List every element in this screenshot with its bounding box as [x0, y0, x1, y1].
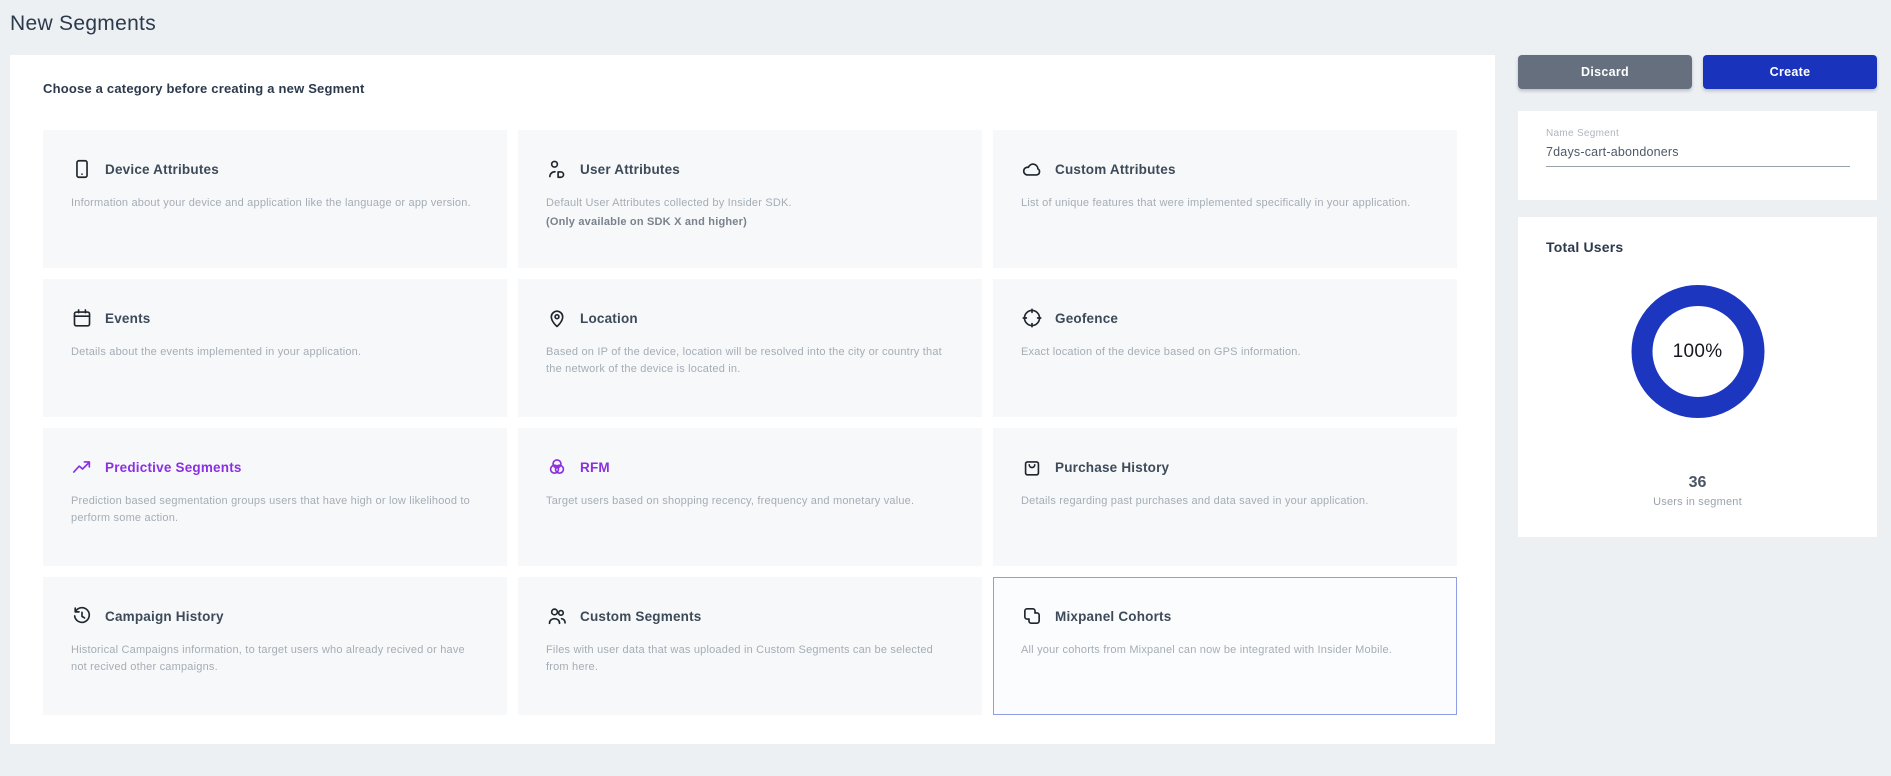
- total-users-donut: 100%: [1631, 285, 1764, 418]
- discard-button[interactable]: Discard: [1518, 55, 1692, 89]
- category-description: Based on IP of the device, location will…: [546, 344, 951, 378]
- category-title: Device Attributes: [105, 162, 219, 177]
- category-title: Custom Segments: [580, 609, 702, 624]
- category-card-predictive-segments[interactable]: Predictive Segments Prediction based seg…: [43, 428, 507, 566]
- category-description: Details regarding past purchases and dat…: [1021, 493, 1426, 510]
- category-card-header: Campaign History: [71, 604, 476, 628]
- category-description: Default User Attributes collected by Ins…: [546, 195, 951, 231]
- category-description: Target users based on shopping recency, …: [546, 493, 951, 510]
- category-title: Campaign History: [105, 609, 224, 624]
- category-card-header: Mixpanel Cohorts: [1021, 604, 1426, 628]
- category-card-header: RFM: [546, 455, 951, 479]
- category-card-device-attributes[interactable]: Device Attributes Information about your…: [43, 130, 507, 268]
- category-card-header: Custom Attributes: [1021, 157, 1426, 181]
- category-title: Events: [105, 311, 150, 326]
- category-card-custom-attributes[interactable]: Custom Attributes List of unique feature…: [993, 130, 1457, 268]
- total-users-title: Total Users: [1546, 239, 1623, 255]
- category-description: Files with user data that was uploaded i…: [546, 642, 951, 676]
- category-card-events[interactable]: Events Details about the events implemen…: [43, 279, 507, 417]
- category-description-note: (Only available on SDK X and higher): [546, 214, 951, 231]
- category-description: Prediction based segmentation groups use…: [71, 493, 476, 527]
- calendar-icon: [71, 307, 93, 329]
- category-card-header: Location: [546, 306, 951, 330]
- category-card-header: Events: [71, 306, 476, 330]
- transfer-icon: [1021, 605, 1043, 627]
- category-grid: Device Attributes Information about your…: [43, 130, 1457, 715]
- page-title: New Segments: [10, 12, 156, 36]
- trend-up-icon: [71, 456, 93, 478]
- category-panel: Choose a category before creating a new …: [10, 55, 1495, 744]
- category-title: Purchase History: [1055, 460, 1169, 475]
- category-card-custom-segments[interactable]: Custom Segments Files with user data tha…: [518, 577, 982, 715]
- category-title: RFM: [580, 460, 610, 475]
- device-icon: [71, 158, 93, 180]
- venn-icon: [546, 456, 568, 478]
- category-card-mixpanel-cohorts[interactable]: Mixpanel Cohorts All your cohorts from M…: [993, 577, 1457, 715]
- category-title: Location: [580, 311, 638, 326]
- users-in-segment-count: 36: [1518, 474, 1877, 492]
- category-title: User Attributes: [580, 162, 680, 177]
- shopping-bag-icon: [1021, 456, 1043, 478]
- category-card-purchase-history[interactable]: Purchase History Details regarding past …: [993, 428, 1457, 566]
- category-card-rfm[interactable]: RFM Target users based on shopping recen…: [518, 428, 982, 566]
- name-segment-input[interactable]: [1546, 145, 1850, 167]
- users-in-segment-caption: Users in segment: [1518, 496, 1877, 508]
- category-title: Mixpanel Cohorts: [1055, 609, 1171, 624]
- category-card-header: Geofence: [1021, 306, 1426, 330]
- category-description: Exact location of the device based on GP…: [1021, 344, 1426, 361]
- user-badge-icon: [546, 158, 568, 180]
- category-card-header: User Attributes: [546, 157, 951, 181]
- category-description: List of unique features that were implem…: [1021, 195, 1426, 212]
- name-segment-label: Name Segment: [1546, 128, 1849, 139]
- segment-actions: Discard Create: [1518, 55, 1877, 89]
- total-users-card: Total Users 100% 36 Users in segment: [1518, 217, 1877, 537]
- category-description: Information about your device and applic…: [71, 195, 476, 212]
- category-card-geofence[interactable]: Geofence Exact location of the device ba…: [993, 279, 1457, 417]
- geofence-icon: [1021, 307, 1043, 329]
- name-segment-card: Name Segment: [1518, 111, 1877, 200]
- category-description: All your cohorts from Mixpanel can now b…: [1021, 642, 1426, 659]
- category-card-campaign-history[interactable]: Campaign History Historical Campaigns in…: [43, 577, 507, 715]
- category-title: Predictive Segments: [105, 460, 242, 475]
- category-panel-subtitle: Choose a category before creating a new …: [43, 81, 365, 96]
- category-title: Custom Attributes: [1055, 162, 1176, 177]
- category-card-header: Device Attributes: [71, 157, 476, 181]
- history-icon: [71, 605, 93, 627]
- category-card-header: Predictive Segments: [71, 455, 476, 479]
- total-users-percent: 100%: [1673, 341, 1723, 363]
- category-description: Historical Campaigns information, to tar…: [71, 642, 476, 676]
- category-card-header: Custom Segments: [546, 604, 951, 628]
- map-pin-icon: [546, 307, 568, 329]
- category-description: Details about the events implemented in …: [71, 344, 476, 361]
- users-icon: [546, 605, 568, 627]
- cloud-icon: [1021, 158, 1043, 180]
- category-card-header: Purchase History: [1021, 455, 1426, 479]
- category-card-user-attributes[interactable]: User Attributes Default User Attributes …: [518, 130, 982, 268]
- category-title: Geofence: [1055, 311, 1118, 326]
- create-button[interactable]: Create: [1703, 55, 1877, 89]
- category-card-location[interactable]: Location Based on IP of the device, loca…: [518, 279, 982, 417]
